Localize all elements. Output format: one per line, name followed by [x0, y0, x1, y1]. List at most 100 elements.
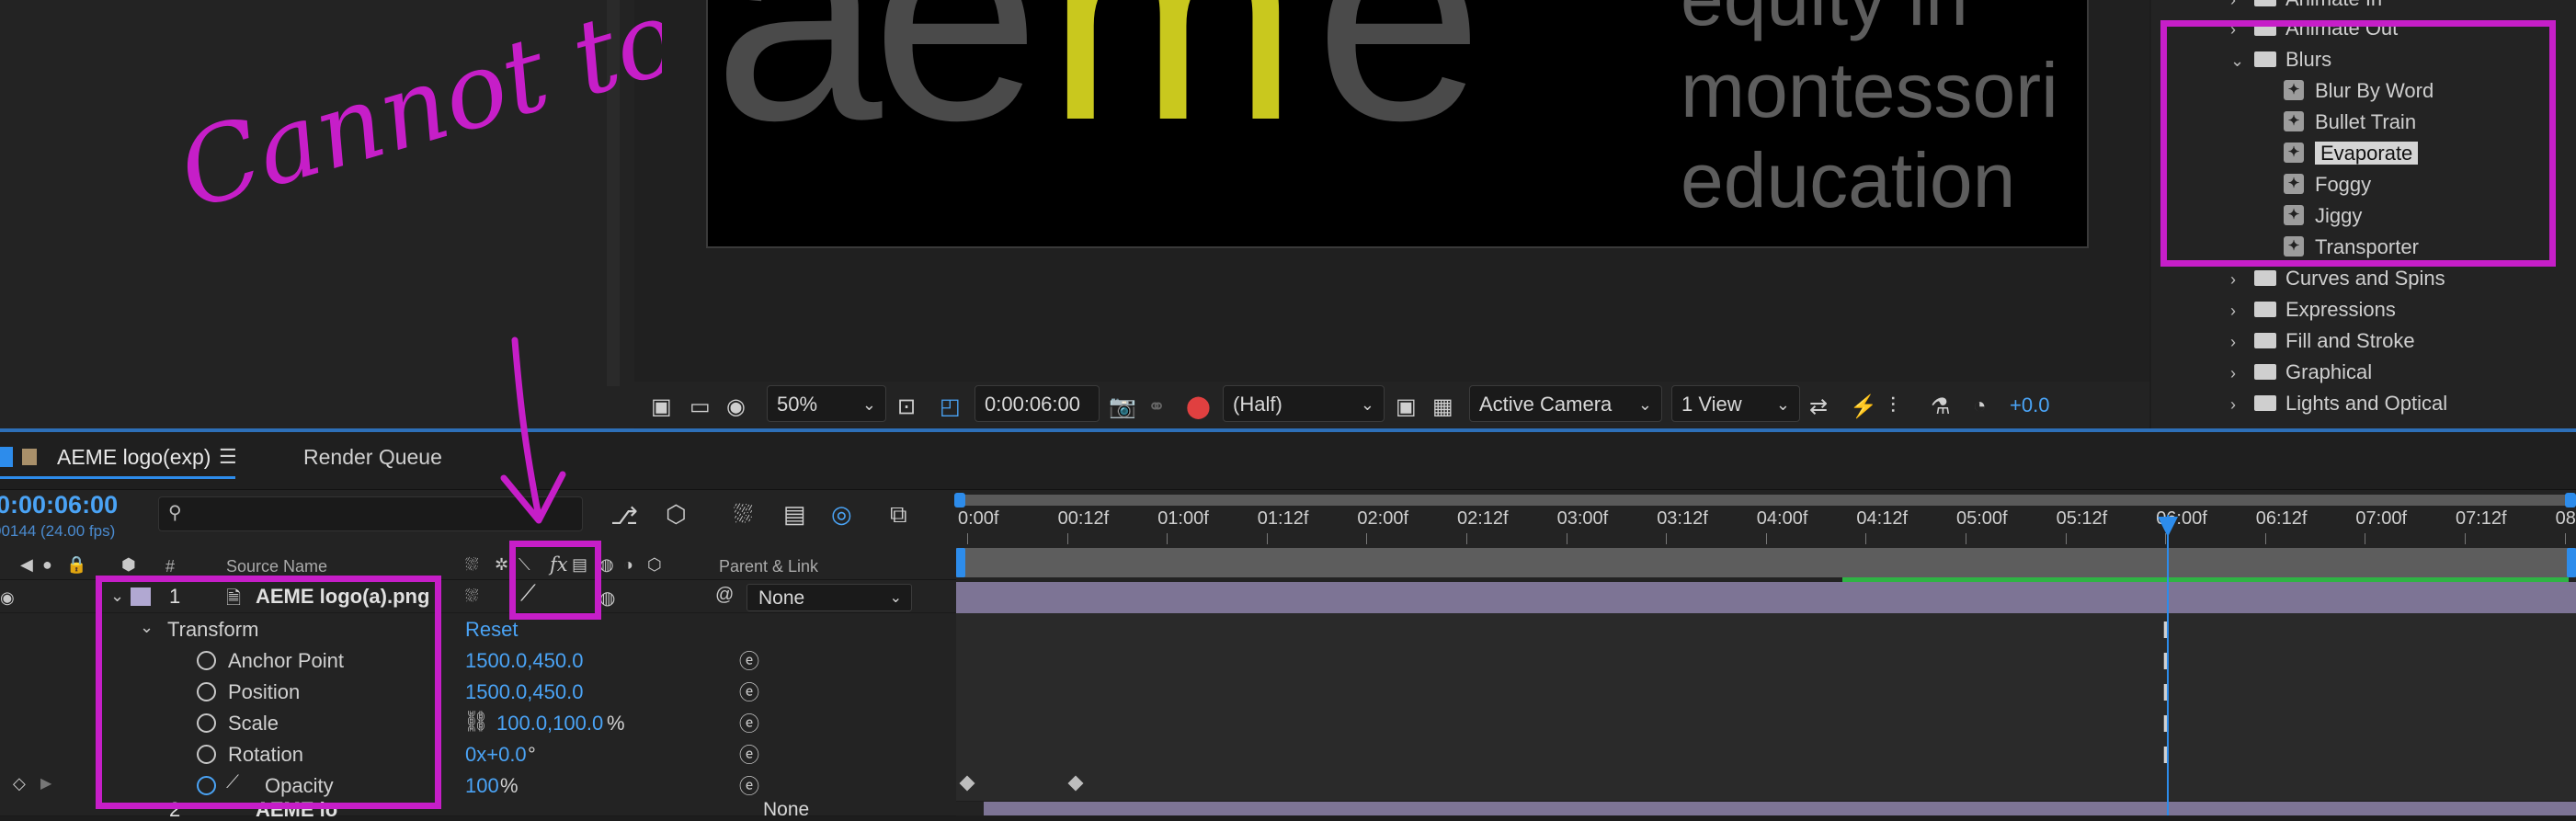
collapse-switch-icon[interactable]: ✲ — [495, 555, 508, 575]
layer-2-parent[interactable]: None — [763, 800, 809, 819]
camera-dropdown[interactable]: Active Camera ⌄ — [1469, 385, 1662, 422]
audio-icon[interactable]: ◀ — [20, 555, 33, 575]
transform-reset-link[interactable]: Reset — [465, 618, 518, 642]
constrain-proportions-link-icon[interactable]: ⛓ — [463, 710, 489, 734]
label-icon[interactable]: ⬢ — [121, 555, 136, 575]
video-visibility-icon[interactable]: ◉ — [0, 588, 15, 608]
navigator-end-handle[interactable] — [2565, 493, 2576, 507]
ruler-tick-mark — [967, 533, 968, 544]
show-snapshot-icon[interactable]: ⚭ — [1147, 393, 1166, 420]
opacity-unit: % — [500, 774, 519, 797]
rotation-unit: ° — [528, 743, 536, 766]
timecode-field[interactable]: 0:00:06:00 — [975, 385, 1100, 422]
solo-icon[interactable]: ● — [42, 555, 52, 575]
toggle-pixel-aspect-icon[interactable]: ⚡ — [1850, 393, 1877, 420]
chevron-right-icon: › — [2230, 270, 2236, 289]
navigator-start-handle[interactable] — [954, 493, 965, 507]
shy-layers-icon[interactable]: ⛆ — [734, 500, 753, 530]
toggle-transparency-icon[interactable]: ▦ — [1432, 393, 1453, 420]
parent-dropdown[interactable]: None ⌄ — [747, 584, 912, 611]
column-source-name[interactable]: Source Name — [226, 557, 327, 576]
resolution-dropdown[interactable]: (Half) ⌄ — [1223, 385, 1385, 422]
next-keyframe-icon[interactable]: ▶ — [40, 774, 51, 792]
motion-blur-switch-icon[interactable]: ◍ — [599, 555, 614, 575]
property-value-rotation[interactable]: 0x+0.0 — [465, 743, 527, 767]
camera-snapshot-icon[interactable]: 📷 — [1109, 393, 1136, 420]
folder-icon — [2254, 269, 2276, 286]
expression-spiral-icon[interactable]: ⓔ — [739, 677, 759, 706]
property-value-position[interactable]: 1500.0,450.0 — [465, 680, 583, 704]
layer-bar-1[interactable] — [956, 582, 2576, 613]
fast-previews-icon[interactable]: ▣ — [1396, 393, 1417, 420]
handwritten-note: Cannot toggle 'fx'! — [166, 0, 662, 233]
logo-letter-a: a — [713, 0, 883, 183]
time-navigator-bar[interactable] — [960, 495, 2576, 506]
current-time-indicator[interactable] — [2167, 515, 2169, 815]
expression-spiral-icon[interactable]: ⓔ — [739, 770, 759, 800]
ruler-tick-label: 03:00f — [1556, 508, 1609, 529]
ruler-tick-mark — [1366, 533, 1368, 544]
frame-blending-icon[interactable]: ▤ — [783, 500, 806, 529]
property-value-opacity[interactable]: 100 — [465, 774, 499, 798]
expression-spiral-icon[interactable]: ⓔ — [739, 645, 759, 675]
folder-icon — [2254, 332, 2276, 348]
folder-fill-and-stroke[interactable]: › Fill and Stroke — [2230, 325, 2415, 357]
3d-switch-icon[interactable]: ⬡ — [647, 555, 662, 575]
ruler-tick-mark — [1266, 533, 1268, 544]
monitor-icon[interactable]: ▭ — [690, 393, 711, 420]
exposure-value[interactable]: +0.0 — [2010, 393, 2049, 417]
motion-blur-switch-icon[interactable]: ◍ — [599, 587, 615, 610]
shy-switch-icon[interactable]: ⛆ — [465, 587, 478, 606]
column-parent-link[interactable]: Parent & Link — [719, 557, 818, 576]
timeline-icon[interactable]: ⫶ — [1890, 393, 1896, 419]
work-area-end-handle[interactable] — [2567, 548, 2576, 577]
playhead-handle[interactable] — [2158, 517, 2178, 537]
ruler-tick-mark — [1167, 533, 1168, 544]
color-channel-icon[interactable]: ⬤ — [1186, 393, 1211, 420]
pick-whip-icon[interactable]: @ — [715, 585, 734, 606]
chevron-down-icon: ⌄ — [1775, 395, 1790, 414]
property-value-anchor-point[interactable]: 1500.0,450.0 — [465, 649, 583, 673]
folder-lights-and-optical[interactable]: › Lights and Optical — [2230, 388, 2447, 419]
ruler-tick-mark — [2264, 533, 2266, 544]
viewer-timecode: 0:00:06:00 — [985, 393, 1080, 416]
logo-letter-m: m — [1046, 0, 1299, 183]
layer-bar-2[interactable] — [984, 802, 2576, 815]
draft-3d-icon[interactable]: ⬡ — [666, 500, 687, 529]
transform-track — [956, 613, 2576, 645]
property-track-position — [956, 676, 2576, 708]
mask-icon[interactable]: ◉ — [726, 393, 746, 420]
shy-switch-icon[interactable]: ⛆ — [465, 555, 478, 575]
folder-expressions[interactable]: › Expressions — [2230, 294, 2396, 325]
column-number[interactable]: # — [165, 557, 175, 576]
ruler-tick-label: 02:00f — [1357, 508, 1408, 529]
chevron-right-icon: › — [2230, 364, 2236, 382]
views-dropdown[interactable]: 1 View ⌄ — [1671, 385, 1800, 422]
expression-spiral-icon[interactable]: ⓔ — [739, 708, 759, 737]
zoom-dropdown[interactable]: 50% ⌄ — [767, 385, 886, 422]
exposure-icon[interactable]: ◔ — [1973, 393, 1987, 419]
annotation-box-fx-switch — [509, 541, 601, 620]
flowchart-icon[interactable]: ⚗ — [1931, 393, 1951, 420]
graph-editor-icon[interactable]: ⧉ — [890, 500, 907, 530]
reset-exposure-icon[interactable]: ⇄ — [1809, 393, 1828, 420]
ruler-tick-label: 04:12f — [1856, 508, 1908, 529]
property-value-scale[interactable]: 100.0,100.0 — [496, 712, 603, 735]
folder-curves-and-spins[interactable]: › Curves and Spins — [2230, 263, 2445, 294]
chevron-down-icon: ⌄ — [1637, 395, 1652, 414]
property-track-scale — [956, 707, 2576, 739]
composition-canvas[interactable]: a e m e equity in montessori education — [706, 0, 2089, 248]
adjustment-switch-icon[interactable]: ◑ — [623, 555, 633, 575]
chevron-right-icon: › — [2230, 302, 2236, 320]
folder-graphical[interactable]: › Graphical — [2230, 357, 2372, 388]
region-icon[interactable]: ⊡ — [897, 393, 916, 420]
motion-blur-icon[interactable]: ◎ — [831, 500, 852, 529]
transparency-grid-icon[interactable]: ◰ — [940, 393, 961, 420]
expression-spiral-icon[interactable]: ⓔ — [739, 739, 759, 769]
ruler-tick-label: 05:12f — [2056, 508, 2108, 529]
views-value: 1 View — [1681, 393, 1742, 416]
lock-icon[interactable]: 🔒 — [66, 555, 86, 575]
keyframe-navigator-icon[interactable]: ◇ — [13, 774, 26, 793]
work-area-start-handle[interactable] — [956, 548, 965, 577]
work-area-bar[interactable] — [956, 548, 2576, 577]
